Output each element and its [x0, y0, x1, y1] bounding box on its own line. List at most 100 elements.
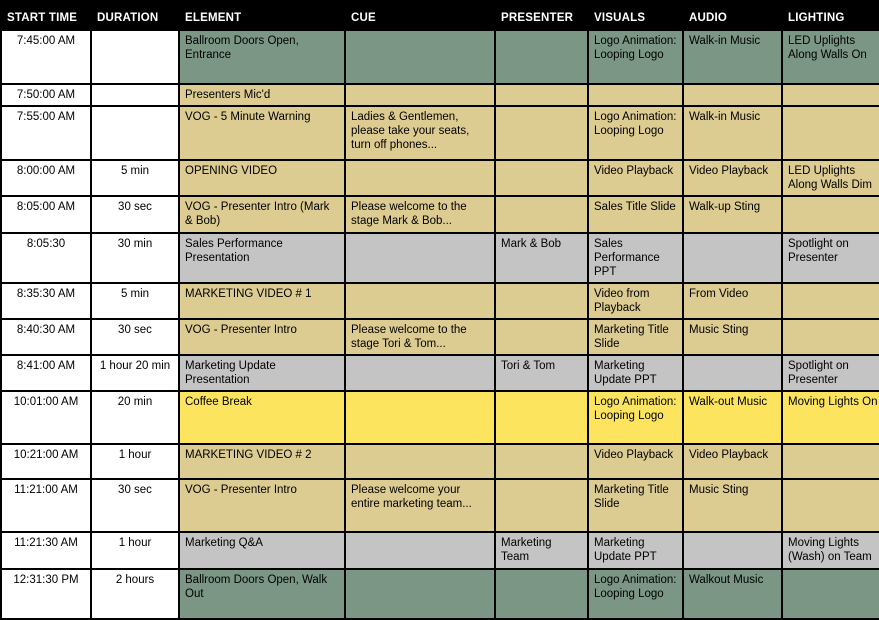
- cell-text: 30 min: [117, 238, 153, 250]
- cell-element: MARKETING VIDEO # 2: [180, 445, 344, 478]
- cell-element: VOG - Presenter Intro: [180, 480, 344, 531]
- cell-start-time: 8:40:30 AM: [2, 320, 90, 354]
- cell-text: 30 sec: [118, 324, 152, 336]
- cell-element: Sales Performance Presentation: [180, 234, 344, 282]
- cell-text: 30 sec: [118, 484, 152, 496]
- cell-cue: [346, 356, 494, 390]
- cell-lighting: Spotlight on Presenter: [783, 356, 879, 390]
- cell-text: 1 hour 20 min: [99, 360, 171, 372]
- cell-text: 30 sec: [118, 201, 152, 213]
- cell-text: 8:41:00 AM: [16, 360, 76, 372]
- cell-duration: 30 sec: [92, 197, 178, 232]
- run-of-show-schedule: START TIME DURATION ELEMENT CUE PRESENTE…: [0, 0, 879, 620]
- cell-cue: Please welcome to the stage Tori & Tom..…: [346, 320, 494, 354]
- cell-element: Presenters Mic'd: [180, 85, 344, 105]
- cell-text: 12:31:30 PM: [13, 574, 79, 586]
- cell-text: Sales Performance PPT: [594, 238, 660, 278]
- table-row: 8:41:00 AM 1 hour 20 min Marketing Update …: [2, 356, 879, 390]
- cell-duration: 1 hour 20 min: [92, 356, 178, 390]
- cell-start-time: 7:50:00 AM: [2, 85, 90, 105]
- cell-cue: Ladies & Gentlemen, please take your sea…: [346, 107, 494, 159]
- cell-cue: Please welcome your entire marketing tea…: [346, 480, 494, 531]
- cell-presenter: [496, 85, 587, 105]
- cell-text: Please welcome to the stage Mark & Bob..…: [351, 201, 467, 227]
- table-row: 10:21:00 AM 1 hour MARKETING VIDEO # 2 Vide…: [2, 445, 879, 478]
- column-header-presenter: PRESENTER: [496, 2, 587, 29]
- cell-text: 1 hour: [118, 449, 152, 461]
- cell-visuals: Logo Animation: Looping Logo: [589, 392, 682, 443]
- cell-text: Spotlight on Presenter: [788, 360, 849, 386]
- cell-element: Marketing Q&A: [180, 533, 344, 568]
- cell-audio: Walk-out Music: [684, 392, 781, 443]
- table-row: 7:45:00 AM Ballroom Doors Open, Entrance L…: [2, 31, 879, 83]
- cell-element: Ballroom Doors Open, Entrance: [180, 31, 344, 83]
- cell-start-time: 7:45:00 AM: [2, 31, 90, 83]
- cell-presenter: [496, 570, 587, 618]
- cell-text: Please welcome to the stage Tori & Tom..…: [351, 324, 467, 350]
- cell-start-time: 11:21:00 AM: [2, 480, 90, 531]
- column-header-lighting: LIGHTING: [783, 2, 879, 29]
- cell-text: OPENING VIDEO: [185, 165, 278, 177]
- table-row: 8:35:30 AM 5 min MARKETING VIDEO # 1 Video …: [2, 284, 879, 318]
- cell-audio: Video Playback: [684, 445, 781, 478]
- cell-text: Marketing Title Slide: [594, 324, 669, 350]
- cell-duration: [92, 85, 178, 105]
- cell-text: VOG - Presenter Intro: [185, 324, 297, 336]
- table-header: START TIME DURATION ELEMENT CUE PRESENTE…: [2, 2, 879, 29]
- cell-visuals: Logo Animation: Looping Logo: [589, 107, 682, 159]
- column-header-duration: DURATION: [92, 2, 178, 29]
- cell-lighting: [783, 284, 879, 318]
- cell-duration: [92, 31, 178, 83]
- cell-lighting: [783, 320, 879, 354]
- cell-element: Marketing Update Presentation: [180, 356, 344, 390]
- cell-text: Walkout Music: [689, 574, 764, 586]
- cell-duration: 30 sec: [92, 480, 178, 531]
- cell-audio: [684, 533, 781, 568]
- schedule-table: START TIME DURATION ELEMENT CUE PRESENTE…: [0, 0, 879, 620]
- cell-duration: [92, 107, 178, 159]
- cell-duration: 20 min: [92, 392, 178, 443]
- cell-presenter: [496, 284, 587, 318]
- cell-lighting: LED Uplights Along Walls On: [783, 31, 879, 83]
- cell-text: Logo Animation: Looping Logo: [594, 111, 677, 137]
- cell-text: 8:35:30 AM: [16, 288, 76, 300]
- cell-audio: Walk-up Sting: [684, 197, 781, 232]
- cell-audio: Music Sting: [684, 320, 781, 354]
- cell-lighting: [783, 197, 879, 232]
- cell-lighting: Moving Lights On: [783, 392, 879, 443]
- cell-audio: From Video: [684, 284, 781, 318]
- cell-text: Video Playback: [689, 165, 769, 177]
- cell-text: VOG - Presenter Intro: [185, 484, 297, 496]
- cell-start-time: 8:41:00 AM: [2, 356, 90, 390]
- cell-text: Sales Title Slide: [594, 201, 676, 213]
- cell-presenter: [496, 31, 587, 83]
- cell-text: Marketing Title Slide: [594, 484, 669, 510]
- cell-text: 10:01:00 AM: [13, 396, 79, 408]
- cell-start-time: 7:55:00 AM: [2, 107, 90, 159]
- cell-lighting: [783, 85, 879, 105]
- cell-duration: 30 min: [92, 234, 178, 282]
- cell-cue: [346, 445, 494, 478]
- header-row: START TIME DURATION ELEMENT CUE PRESENTE…: [2, 2, 879, 29]
- table-row: 7:50:00 AM Presenters Mic'd: [2, 85, 879, 105]
- cell-element: VOG - Presenter Intro: [180, 320, 344, 354]
- cell-text: Ladies & Gentlemen, please take your sea…: [351, 111, 470, 151]
- table-row: 8:00:00 AM 5 min OPENING VIDEO Video Playba…: [2, 161, 879, 195]
- cell-start-time: 8:05:30: [2, 234, 90, 282]
- cell-start-time: 8:35:30 AM: [2, 284, 90, 318]
- cell-presenter: [496, 480, 587, 531]
- column-header-visuals: VISUALS: [589, 2, 682, 29]
- cell-text: LED Uplights Along Walls On: [788, 35, 867, 61]
- cell-text: Walk-in Music: [689, 111, 761, 123]
- cell-visuals: Video Playback: [589, 445, 682, 478]
- cell-text: Spotlight on Presenter: [788, 238, 849, 264]
- cell-text: Video Playback: [594, 165, 674, 177]
- cell-text: Logo Animation: Looping Logo: [594, 574, 677, 600]
- cell-start-time: 8:00:00 AM: [2, 161, 90, 195]
- cell-text: 1 hour: [118, 537, 152, 549]
- cell-text: 20 min: [117, 396, 153, 408]
- table-body: 7:45:00 AM Ballroom Doors Open, Entrance L…: [2, 31, 879, 618]
- cell-element: OPENING VIDEO: [180, 161, 344, 195]
- cell-audio: [684, 234, 781, 282]
- cell-cue: Please welcome to the stage Mark & Bob..…: [346, 197, 494, 232]
